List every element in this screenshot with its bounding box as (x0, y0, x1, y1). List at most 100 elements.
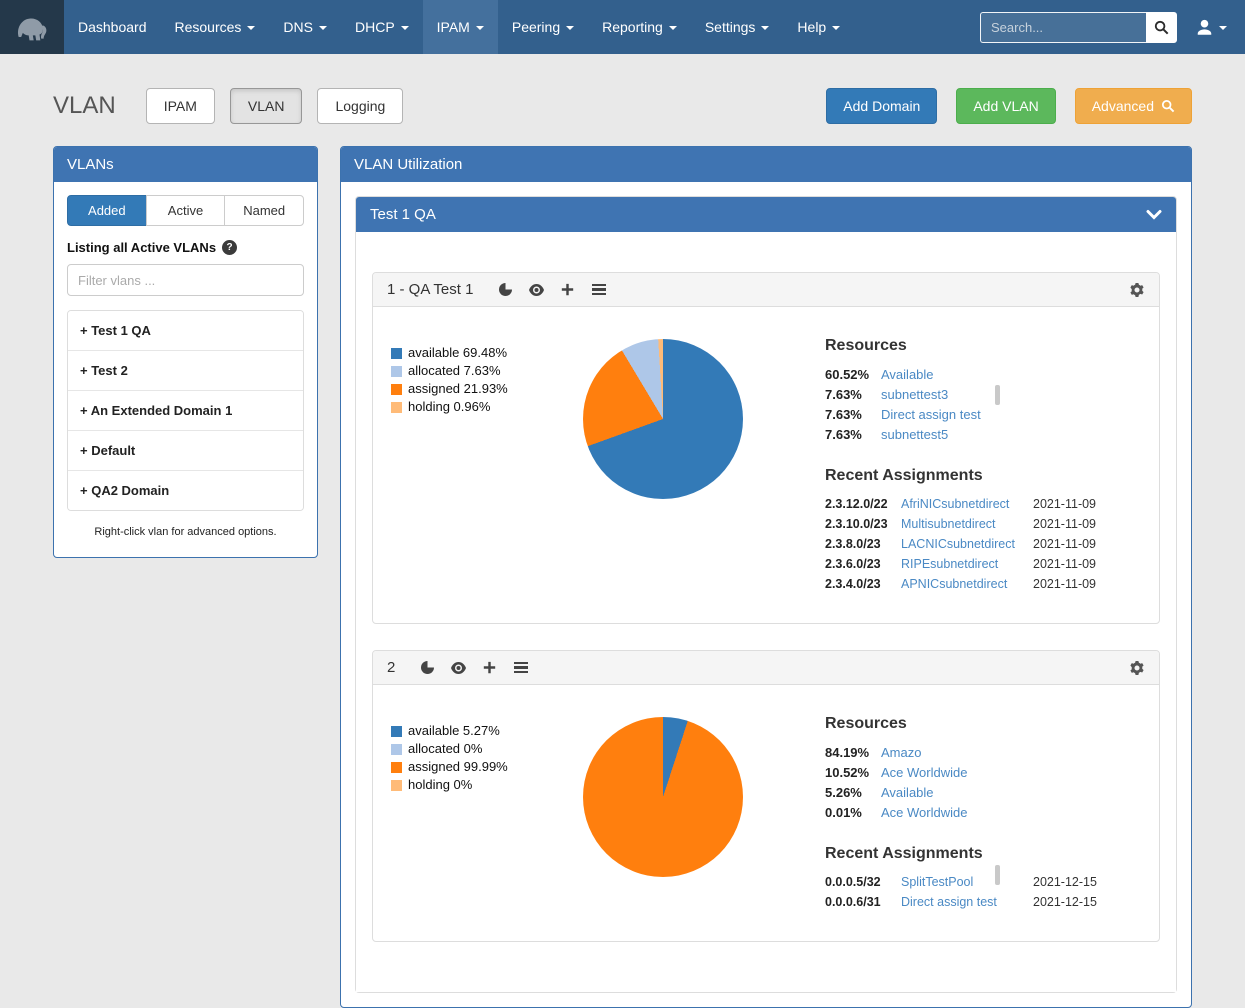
vlans-panel-heading: VLANs (54, 147, 317, 182)
vlan-info: Resources 60.52% Available 7.63% subnett… (825, 337, 1125, 597)
legend-item: holding 0% (391, 777, 579, 793)
assignment-row: 2.3.6.0/23 RIPEsubnetdirect 2021-11-09 (825, 557, 1125, 571)
vlan-box-2: 2 (372, 650, 1160, 942)
assignment-link[interactable]: Direct assign test (901, 895, 1033, 909)
resource-row: 10.52% Ace Worldwide (825, 765, 1125, 780)
vlan-utilization-panel: VLAN Utilization Test 1 QA (340, 146, 1192, 1008)
chevron-down-icon[interactable] (1146, 209, 1162, 221)
legend-item: available 5.27% (391, 723, 579, 739)
legend-item: assigned 21.93% (391, 381, 579, 397)
resource-link[interactable]: subnettest3 (881, 387, 948, 402)
pie-legend: available 69.48% allocated 7.63% assigne… (391, 337, 579, 597)
nav-reporting[interactable]: Reporting (588, 0, 691, 54)
nav-dns[interactable]: DNS (269, 0, 341, 54)
nav-ipam[interactable]: IPAM (423, 0, 498, 54)
vlan-list-item[interactable]: + QA2 Domain (68, 471, 303, 510)
menu-icon[interactable] (590, 281, 607, 298)
resource-row: 7.63% subnettest3 (825, 387, 1125, 402)
tab-ipam[interactable]: IPAM (146, 88, 215, 124)
vlan-list-item[interactable]: + An Extended Domain 1 (68, 391, 303, 431)
page-title: VLAN (53, 92, 116, 120)
resource-row: 60.52% Available (825, 367, 1125, 382)
resource-link[interactable]: subnettest5 (881, 427, 948, 442)
pie-chart-icon[interactable] (419, 659, 436, 676)
eye-icon[interactable] (528, 281, 545, 298)
help-icon[interactable]: ? (222, 240, 237, 255)
resources-scrollbar[interactable] (995, 385, 1000, 405)
assignment-row: 2.3.12.0/22 AfriNICsubnetdirect 2021-11-… (825, 497, 1125, 511)
caret-down-icon (1219, 26, 1227, 30)
resource-link[interactable]: Available (881, 785, 934, 800)
nav-resources[interactable]: Resources (161, 0, 270, 54)
page-header: VLAN IPAM VLAN Logging Add Domain Add VL… (53, 88, 1192, 124)
caret-down-icon (476, 26, 484, 30)
search-input[interactable] (980, 12, 1146, 43)
search-button[interactable] (1146, 12, 1177, 43)
recent-assignments-heading: Recent Assignments (825, 467, 1125, 485)
tab-logging[interactable]: Logging (317, 88, 403, 124)
assignment-link[interactable]: LACNICsubnetdirect (901, 537, 1033, 551)
resource-link[interactable]: Ace Worldwide (881, 765, 967, 780)
menu-icon[interactable] (512, 659, 529, 676)
listing-label: Listing all Active VLANs ? (67, 240, 304, 255)
mode-active-button[interactable]: Active (146, 195, 226, 226)
gear-icon[interactable] (1128, 281, 1145, 298)
assignment-row: 2.3.4.0/23 APNICsubnetdirect 2021-11-09 (825, 577, 1125, 591)
mode-named-button[interactable]: Named (224, 195, 304, 226)
assignments-scrollbar[interactable] (995, 865, 1000, 885)
legend-item: allocated 7.63% (391, 363, 579, 379)
nav-dhcp[interactable]: DHCP (341, 0, 423, 54)
vlan-list-item[interactable]: + Test 1 QA (68, 311, 303, 351)
resource-link[interactable]: Direct assign test (881, 407, 981, 422)
eye-icon[interactable] (450, 659, 467, 676)
vlan-list-item[interactable]: + Default (68, 431, 303, 471)
vlan-box-title: 2 (387, 659, 395, 676)
pie-chart-icon[interactable] (497, 281, 514, 298)
plus-icon[interactable] (481, 659, 498, 676)
tab-vlan[interactable]: VLAN (230, 88, 303, 124)
top-navbar: Dashboard Resources DNS DHCP IPAM Peerin… (0, 0, 1245, 54)
brand-logo[interactable] (0, 0, 64, 54)
legend-item: allocated 0% (391, 741, 579, 757)
legend-swatch (391, 366, 402, 377)
resource-row: 5.26% Available (825, 785, 1125, 800)
vlan-box-title: 1 - QA Test 1 (387, 281, 473, 298)
mode-added-button[interactable]: Added (67, 195, 147, 226)
global-search (980, 12, 1177, 43)
assignment-link[interactable]: RIPEsubnetdirect (901, 557, 1033, 571)
assignment-link[interactable]: SplitTestPool (901, 875, 1033, 889)
vlan-mode-toggle: Added Active Named (67, 195, 304, 226)
header-actions: Add Domain Add VLAN Advanced (826, 88, 1192, 124)
utilization-pie-chart[interactable] (583, 717, 743, 877)
caret-down-icon (669, 26, 677, 30)
advanced-button[interactable]: Advanced (1075, 88, 1192, 124)
resource-link[interactable]: Available (881, 367, 934, 382)
gear-icon[interactable] (1128, 659, 1145, 676)
user-menu[interactable] (1187, 18, 1235, 37)
assignment-link[interactable]: APNICsubnetdirect (901, 577, 1033, 591)
resource-link[interactable]: Amazo (881, 745, 921, 760)
resource-row: 7.63% Direct assign test (825, 407, 1125, 422)
vlan-list-item[interactable]: + Test 2 (68, 351, 303, 391)
search-icon (1161, 99, 1175, 113)
add-domain-button[interactable]: Add Domain (826, 88, 937, 124)
domain-group-heading[interactable]: Test 1 QA (356, 197, 1176, 232)
assignment-link[interactable]: AfriNICsubnetdirect (901, 497, 1033, 511)
vlan-box-1: 1 - QA Test 1 (372, 272, 1160, 624)
assignment-link[interactable]: Multisubnetdirect (901, 517, 1033, 531)
filter-vlans-input[interactable] (67, 264, 304, 296)
add-vlan-button[interactable]: Add VLAN (956, 88, 1055, 124)
nav-peering[interactable]: Peering (498, 0, 588, 54)
utilization-pie-chart[interactable] (583, 339, 743, 499)
nav-help[interactable]: Help (783, 0, 854, 54)
nav-settings[interactable]: Settings (691, 0, 784, 54)
legend-swatch (391, 384, 402, 395)
nav-dashboard[interactable]: Dashboard (64, 0, 161, 54)
resource-link[interactable]: Ace Worldwide (881, 805, 967, 820)
legend-swatch (391, 780, 402, 791)
assignment-row: 0.0.0.6/31 Direct assign test 2021-12-15 (825, 895, 1125, 909)
vlan-box-2-header: 2 (373, 651, 1159, 685)
pie-legend: available 5.27% allocated 0% assigned 99… (391, 715, 579, 915)
plus-icon[interactable] (559, 281, 576, 298)
legend-item: available 69.48% (391, 345, 579, 361)
